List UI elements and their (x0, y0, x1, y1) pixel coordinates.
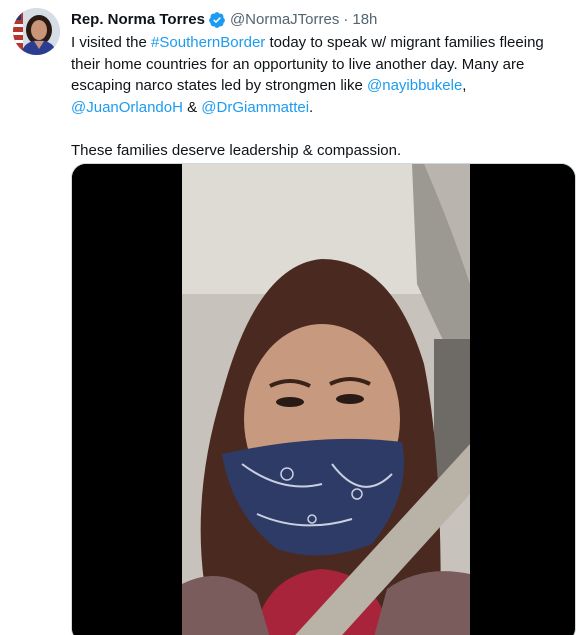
video-player[interactable] (71, 163, 576, 635)
text-span: , (462, 77, 467, 94)
avatar[interactable] (13, 8, 60, 55)
mention-link[interactable]: @JuanOrlandoH (71, 99, 183, 116)
text-span: & (182, 98, 202, 116)
profile-photo (13, 8, 60, 55)
text-span: . (309, 98, 314, 116)
tweet[interactable]: Rep. Norma Torres @NormaJTorres · 18h I … (0, 0, 585, 635)
text-span: I visited the (71, 34, 152, 51)
tweet-paragraph-2: These families deserve leadership & comp… (71, 141, 402, 159)
timestamp[interactable]: 18h (352, 10, 377, 30)
mention-link[interactable]: @nayibbukele (367, 77, 462, 94)
separator-dot: · (343, 11, 349, 28)
hashtag-link[interactable]: #SouthernBorder (151, 34, 265, 51)
video-thumbnail (72, 164, 575, 635)
verified-badge-icon (208, 11, 226, 29)
tweet-paragraph-1: I visited the #SouthernBorder today to s… (71, 32, 576, 118)
mention-link[interactable]: @DrGiammattei (201, 99, 309, 116)
author-handle[interactable]: @NormaJTorres (230, 10, 339, 30)
tweet-header: Rep. Norma Torres @NormaJTorres · 18h (71, 10, 377, 30)
display-name[interactable]: Rep. Norma Torres (71, 10, 205, 30)
tweet-text: I visited the #SouthernBorder today to s… (71, 32, 576, 161)
